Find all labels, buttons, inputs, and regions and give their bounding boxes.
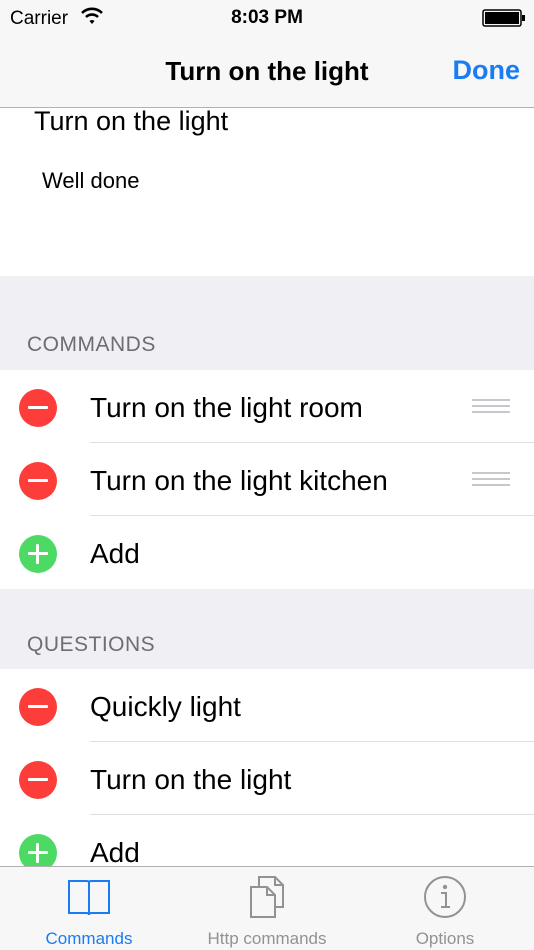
add-command-row[interactable]: Add (0, 516, 534, 589)
tab-options-label: Options (415, 929, 475, 948)
intent-header: Turn on the light Well done (0, 108, 534, 276)
add-icon[interactable] (19, 535, 57, 573)
navigation-bar: Turn on the light Done (0, 38, 534, 108)
list-item[interactable]: Turn on the light (0, 742, 534, 815)
list-item[interactable]: Turn on the light room (0, 370, 534, 443)
tab-bar: Commands Http commands Options (0, 866, 534, 950)
commands-section-header: COMMANDS (27, 333, 156, 356)
question-label: Turn on the light (90, 764, 292, 795)
list-item[interactable]: Quickly light (0, 669, 534, 742)
status-time: 8:03 PM (231, 7, 303, 28)
command-label: Turn on the light kitchen (90, 465, 388, 496)
questions-list: Quickly light Turn on the light Add (0, 669, 534, 888)
command-label: Turn on the light room (90, 392, 363, 423)
commands-list: Turn on the light room Turn on the light… (0, 370, 534, 589)
intent-name-field[interactable]: Turn on the light (34, 108, 228, 137)
intent-response-field[interactable]: Well done (42, 168, 139, 194)
delete-icon[interactable] (19, 389, 57, 427)
reorder-handle-icon[interactable] (472, 472, 510, 488)
delete-icon[interactable] (19, 688, 57, 726)
tab-http-commands[interactable]: Http commands (178, 867, 356, 950)
tab-http-commands-label: Http commands (207, 929, 327, 948)
tab-commands[interactable]: Commands (0, 867, 178, 950)
reorder-handle-icon[interactable] (472, 399, 510, 415)
delete-icon[interactable] (19, 761, 57, 799)
tab-commands-label: Commands (45, 929, 133, 948)
status-bar: Carrier 8:03 PM (0, 0, 534, 38)
list-item[interactable]: Turn on the light kitchen (0, 443, 534, 516)
done-button[interactable]: Done (453, 55, 521, 86)
questions-section-header: QUESTIONS (27, 633, 156, 656)
add-command-label: Add (90, 538, 140, 569)
delete-icon[interactable] (19, 462, 57, 500)
question-label: Quickly light (90, 691, 241, 722)
battery-icon (482, 9, 525, 27)
info-icon (424, 876, 466, 918)
add-question-label: Add (90, 837, 140, 868)
book-icon (68, 880, 110, 916)
tab-options[interactable]: Options (356, 867, 534, 950)
documents-icon (250, 876, 284, 918)
